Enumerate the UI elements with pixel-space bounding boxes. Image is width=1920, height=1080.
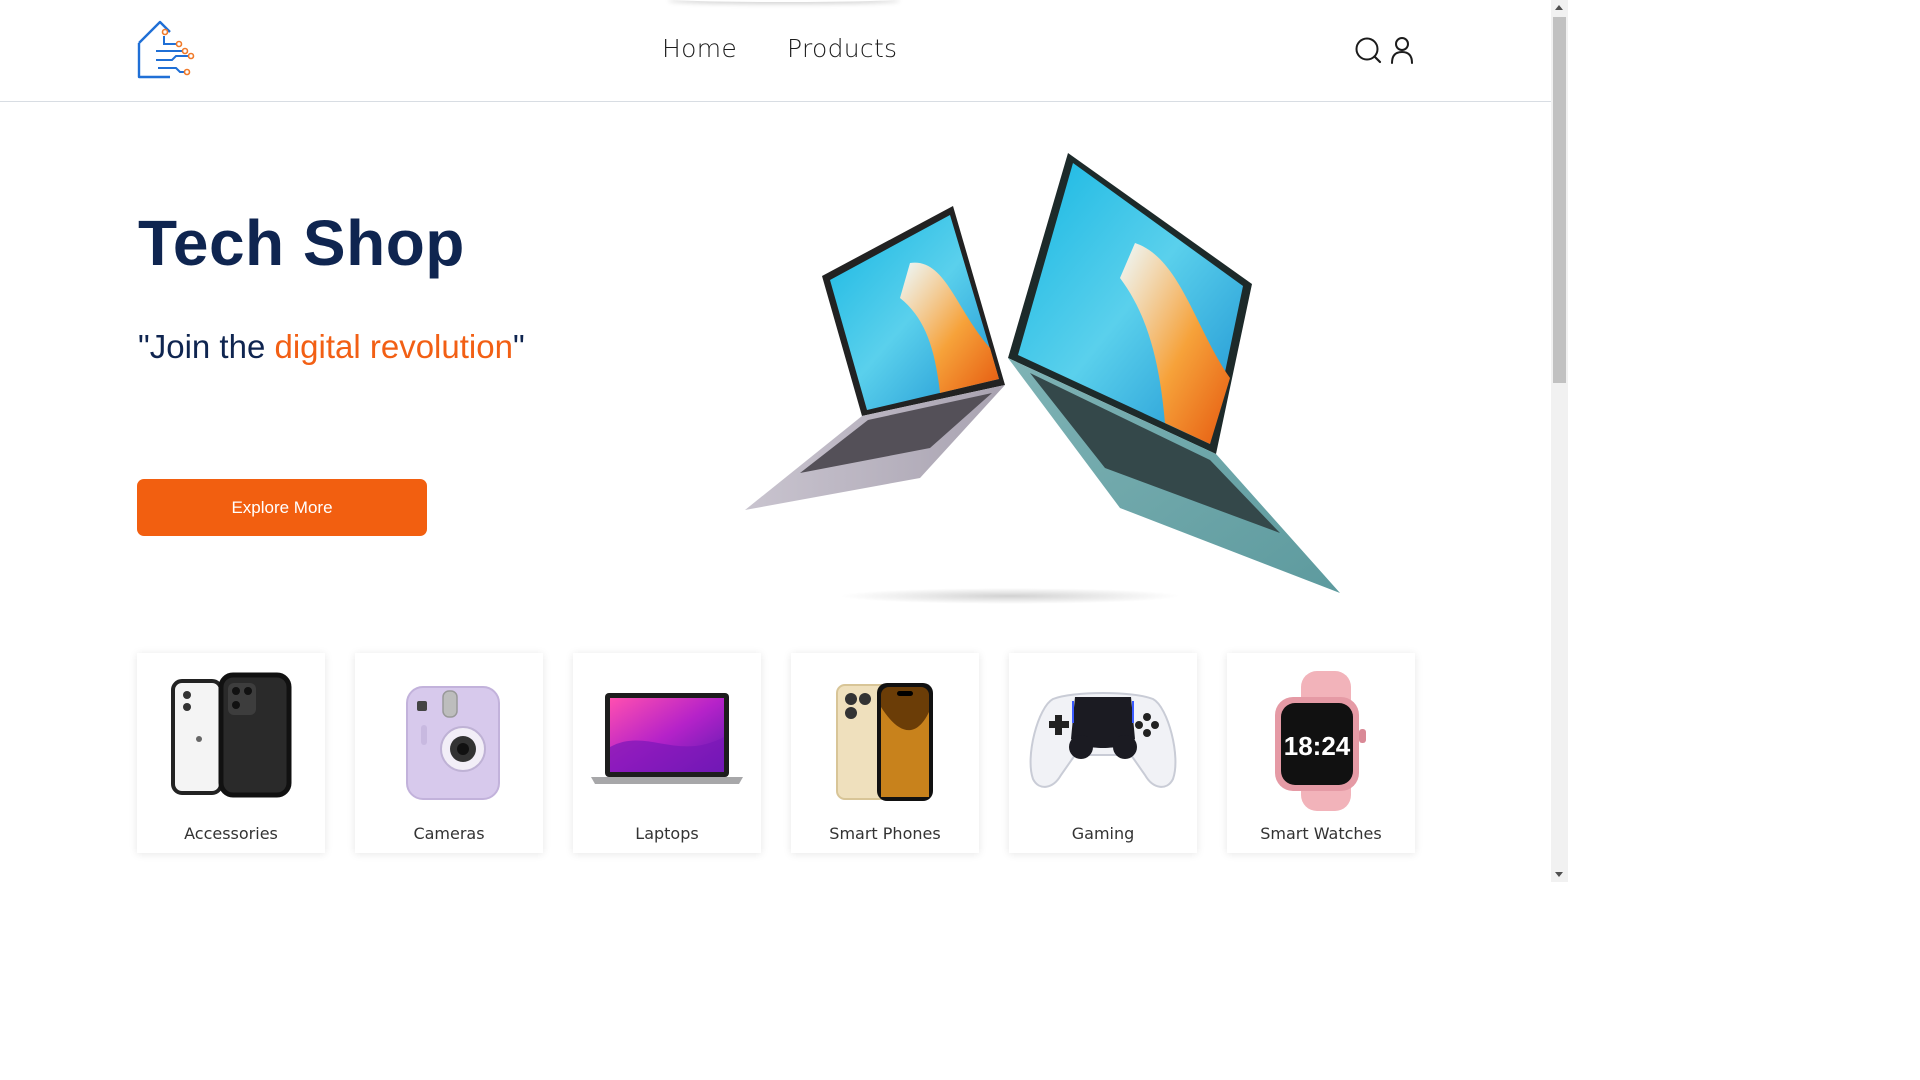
game-controller-image (1029, 692, 1177, 788)
category-label: Smart Phones (829, 824, 941, 843)
search-icon[interactable] (1354, 36, 1382, 64)
category-card-laptops[interactable]: Laptops (573, 653, 761, 853)
scroll-down-arrow-icon[interactable] (1555, 872, 1563, 877)
category-card-accessories[interactable]: Accessories (137, 653, 325, 853)
circuit-house-logo[interactable] (136, 18, 198, 82)
category-label: Gaming (1071, 824, 1135, 843)
smartphone-image (836, 683, 933, 801)
laptops-image (745, 153, 1340, 604)
phone-cases-image (171, 672, 292, 798)
nav-home[interactable]: Home (662, 34, 737, 63)
hero-tagline: "Join the digital revolution" (138, 328, 525, 366)
laptop-image (591, 693, 743, 784)
tagline-start: "Join the (138, 328, 275, 365)
instant-camera-image (406, 686, 500, 800)
scroll-thumb[interactable] (1553, 17, 1566, 383)
page-scrollbar[interactable] (1551, 0, 1568, 882)
site-header: Home Products (0, 0, 1551, 102)
category-label: Laptops (635, 824, 699, 843)
category-card-smart-watches[interactable]: 18:24 Smart Watches (1227, 653, 1415, 853)
main-nav: Home Products (662, 34, 897, 63)
nav-products[interactable]: Products (787, 34, 897, 63)
category-list: Accessories Cameras Laptops Smart Phones… (137, 653, 1415, 853)
header-shadow (668, 0, 900, 2)
category-card-smart-phones[interactable]: Smart Phones (791, 653, 979, 853)
watch-face-time: 18:24 (1284, 731, 1351, 761)
tagline-end: " (512, 328, 525, 365)
hero-title: Tech Shop (138, 207, 465, 279)
explore-more-button[interactable]: Explore More (137, 479, 427, 536)
smartwatch-image: 18:24 (1275, 671, 1366, 811)
category-label: Accessories (184, 824, 278, 843)
category-card-cameras[interactable]: Cameras (355, 653, 543, 853)
category-card-gaming[interactable]: Gaming (1009, 653, 1197, 853)
header-actions (1354, 36, 1414, 64)
user-icon[interactable] (1390, 36, 1414, 64)
tagline-accent: digital revolution (274, 328, 513, 365)
category-label: Smart Watches (1260, 824, 1382, 843)
scroll-up-arrow-icon[interactable] (1555, 5, 1563, 10)
category-label: Cameras (413, 824, 485, 843)
